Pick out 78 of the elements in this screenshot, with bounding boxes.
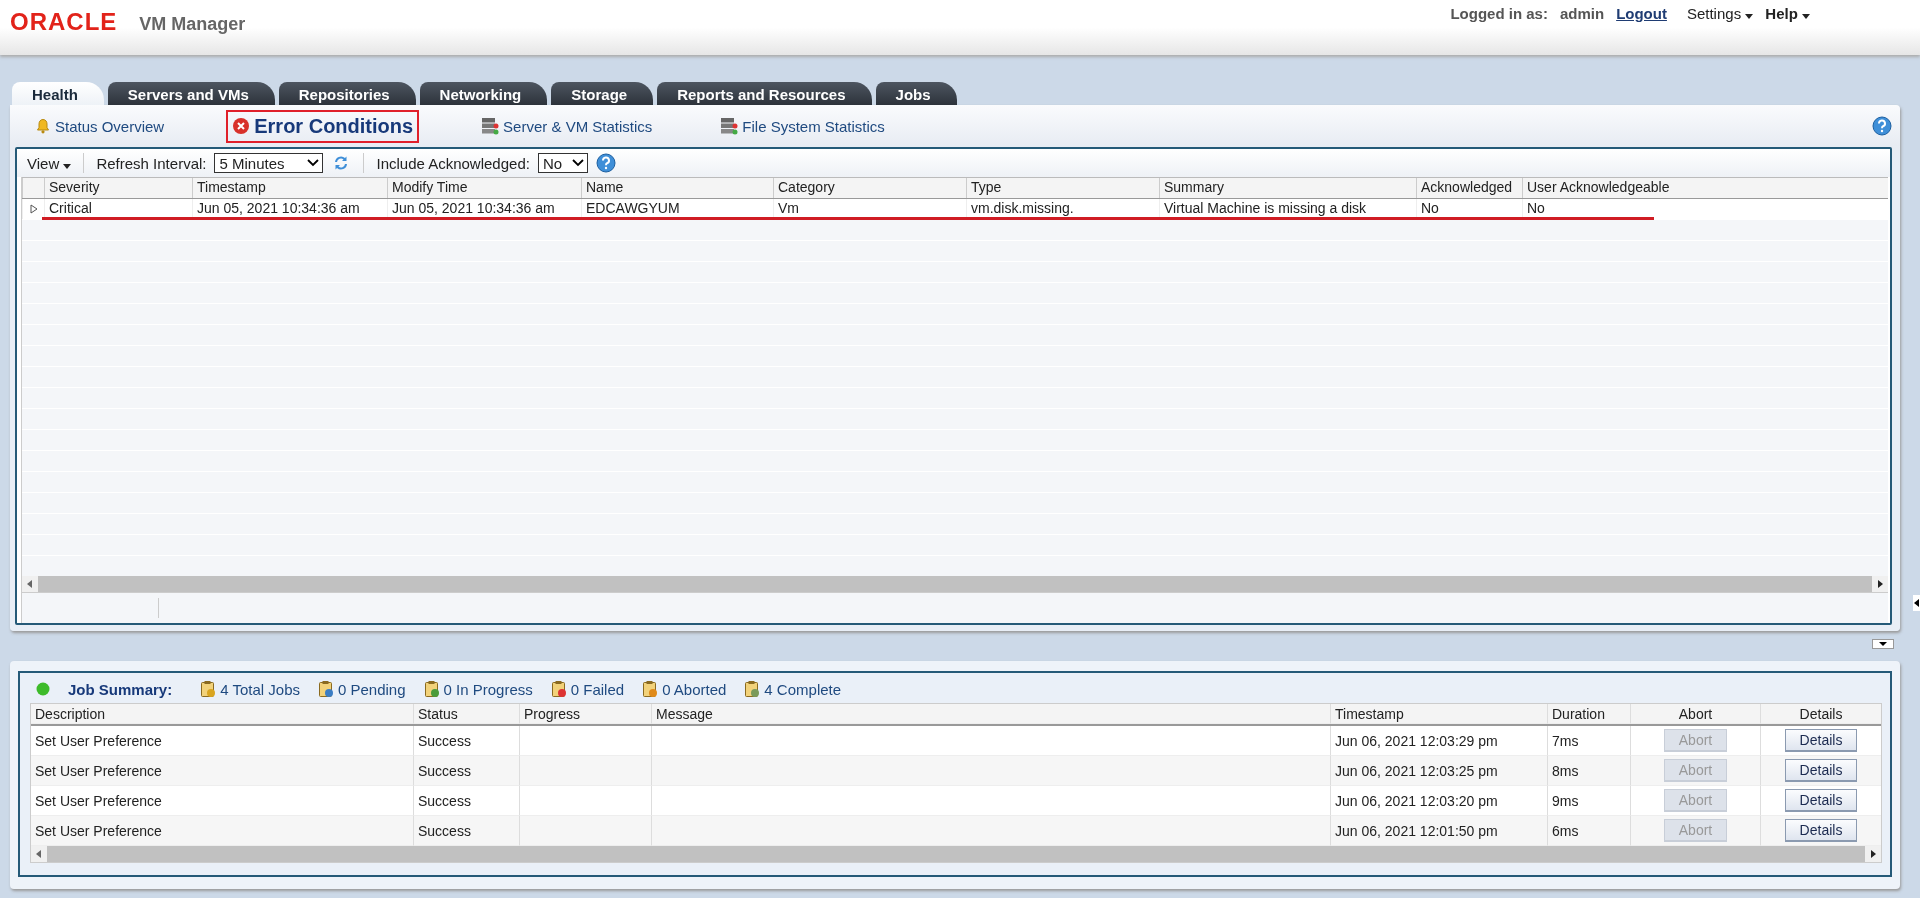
caret-icon [1745, 14, 1754, 19]
column-header[interactable]: Summary [1159, 178, 1416, 198]
view-menu[interactable]: View [27, 154, 72, 172]
column-header[interactable]: Severity [44, 178, 192, 198]
column-header[interactable]: Status [413, 704, 519, 724]
acknowledged-select[interactable]: No [537, 153, 589, 173]
clipboard-icon [423, 680, 440, 698]
logged-in-label: Logged in as: [1450, 5, 1548, 22]
server-stack-icon [720, 117, 739, 135]
caret-icon [63, 163, 72, 169]
job-count-link[interactable]: 0 Failed [570, 680, 625, 698]
clipboard-icon [200, 680, 217, 698]
column-header[interactable]: Name [581, 178, 773, 198]
job-summary-title: Job Summary: [68, 680, 173, 698]
column-header[interactable]: Timestamp [1330, 704, 1547, 724]
column-header[interactable]: Modify Time [387, 178, 581, 198]
sub-tab[interactable]: File System Statistics [714, 112, 891, 140]
details-button[interactable]: Details [1784, 819, 1858, 842]
horizontal-scrollbar[interactable] [31, 846, 1881, 862]
logout-link[interactable]: Logout [1616, 5, 1667, 22]
nav-tab[interactable]: Servers and VMs [107, 82, 275, 105]
nav-tab[interactable]: Jobs [875, 82, 957, 105]
column-header[interactable]: Message [651, 704, 1330, 724]
column-header[interactable]: User Acknowledgeable [1522, 178, 1888, 198]
column-header[interactable]: Details [1760, 704, 1881, 724]
horizontal-scrollbar[interactable] [22, 576, 1888, 592]
column-header[interactable]: Progress [519, 704, 651, 724]
column-header[interactable]: Description [31, 704, 413, 724]
job-count-link[interactable]: 4 Total Jobs [220, 680, 300, 698]
clipboard-icon [642, 680, 659, 698]
menu-dropdown[interactable]: Help [1765, 5, 1810, 22]
refresh-label: Refresh Interval: [96, 154, 207, 172]
column-header[interactable]: Category [773, 178, 966, 198]
column-header[interactable]: Timestamp [192, 178, 387, 198]
help-icon[interactable] [596, 153, 617, 173]
clipboard-icon [550, 680, 567, 698]
details-button[interactable]: Details [1784, 729, 1858, 752]
nav-tab[interactable]: Reports and Resources [657, 82, 872, 105]
nav-tab[interactable]: Repositories [278, 82, 416, 105]
sub-tab[interactable]: Error Conditions [226, 109, 420, 143]
column-header[interactable]: Duration [1547, 704, 1630, 724]
table-cell: Set User Preference [31, 756, 413, 786]
column-header[interactable]: Abort [1630, 704, 1760, 724]
status-dot-icon [36, 682, 50, 696]
column-header[interactable]: Type [966, 178, 1159, 198]
table-cell: 8ms [1547, 756, 1630, 786]
chevron-down-icon [572, 159, 585, 167]
help-icon[interactable] [1872, 116, 1892, 136]
details-button[interactable]: Details [1784, 759, 1858, 782]
clipboard-icon [744, 680, 761, 698]
user-name: admin [1559, 5, 1605, 22]
menu-dropdown[interactable]: Settings [1686, 5, 1754, 22]
bell-icon [35, 118, 51, 134]
sub-tab[interactable]: Server & VM Statistics [475, 112, 659, 140]
refresh-select[interactable]: 5 Minutes [214, 153, 324, 173]
column-header[interactable]: Acknowledged [1416, 178, 1522, 198]
nav-tab[interactable]: Storage [551, 82, 654, 105]
details-button[interactable]: Details [1784, 789, 1858, 812]
job-count-link[interactable]: 4 Complete [764, 680, 842, 698]
nav-tab[interactable]: Health [12, 82, 104, 105]
collapse-button-icon[interactable] [1872, 639, 1894, 649]
job-count-link[interactable]: 0 In Progress [443, 680, 533, 698]
table-cell: Jun 06, 2021 12:03:25 pm [1330, 756, 1547, 786]
table-cell: Success [413, 756, 519, 786]
acknowledged-label: Include Acknowledged: [376, 154, 530, 172]
server-stack-icon [481, 117, 500, 135]
job-count-link[interactable]: 0 Pending [338, 680, 406, 698]
product-name: VM Manager [139, 14, 246, 35]
brand-logo: ORACLE [10, 8, 118, 36]
side-collapse-icon[interactable] [1913, 595, 1920, 611]
sub-tab[interactable]: Status Overview [29, 112, 171, 140]
expand-icon[interactable] [28, 204, 39, 214]
chevron-down-icon [307, 159, 320, 167]
job-count-link[interactable]: 0 Aborted [662, 680, 727, 698]
nav-tab[interactable]: Networking [419, 82, 548, 105]
error-icon [232, 117, 251, 135]
clipboard-icon [318, 680, 334, 698]
caret-icon [1802, 14, 1810, 19]
